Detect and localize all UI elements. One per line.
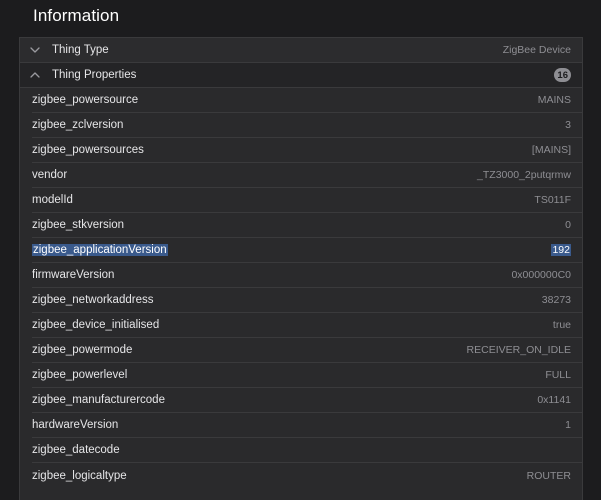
property-value: ROUTER bbox=[526, 469, 571, 482]
property-value: 38273 bbox=[541, 294, 571, 306]
property-row-zigbee-powersources[interactable]: zigbee_powersources [MAINS] bbox=[32, 138, 582, 163]
property-key: zigbee_datecode bbox=[32, 444, 120, 456]
property-key: zigbee_networkaddress bbox=[32, 294, 154, 306]
property-key: zigbee_stkversion bbox=[32, 219, 125, 231]
property-row-zigbee-applicationversion[interactable]: zigbee_applicationVersion 192 bbox=[32, 238, 582, 263]
property-row-zigbee-zclversion[interactable]: zigbee_zclversion 3 bbox=[32, 113, 582, 138]
property-value: 3 bbox=[565, 119, 571, 131]
property-value: MAINS bbox=[537, 94, 571, 106]
thing-type-row[interactable]: Thing Type ZigBee Device bbox=[20, 38, 582, 63]
property-value: 0x1141 bbox=[537, 394, 571, 406]
property-value: TS011F bbox=[534, 194, 571, 206]
property-row-zigbee-powermode[interactable]: zigbee_powermode RECEIVER_ON_IDLE bbox=[32, 338, 582, 363]
property-value: FULL bbox=[545, 369, 571, 381]
property-key: zigbee_device_initialised bbox=[32, 319, 160, 331]
chevron-down-icon[interactable] bbox=[28, 43, 42, 57]
property-key: modelId bbox=[32, 194, 73, 206]
property-row-modelid[interactable]: modelId TS011F bbox=[32, 188, 582, 213]
thing-properties-header[interactable]: Thing Properties 16 bbox=[20, 63, 582, 88]
selected-text: zigbee_applicationVersion bbox=[32, 244, 168, 256]
property-value: true bbox=[552, 319, 571, 331]
properties-count-badge: 16 bbox=[554, 68, 571, 82]
property-row-firmwareversion[interactable]: firmwareVersion 0x000000C0 bbox=[32, 263, 582, 288]
property-row-zigbee-stkversion[interactable]: zigbee_stkversion 0 bbox=[32, 213, 582, 238]
thing-type-label: Thing Type bbox=[52, 44, 109, 56]
property-value: RECEIVER_ON_IDLE bbox=[466, 344, 571, 356]
section-title: Information bbox=[33, 6, 120, 25]
property-row-vendor[interactable]: vendor _TZ3000_2putqrmw bbox=[32, 163, 582, 188]
property-key: zigbee_logicaltype bbox=[32, 469, 127, 482]
property-row-zigbee-networkaddress[interactable]: zigbee_networkaddress 38273 bbox=[32, 288, 582, 313]
property-row-hardwareversion[interactable]: hardwareVersion 1 bbox=[32, 413, 582, 438]
information-page: Information Thing Type ZigBee Device Thi… bbox=[0, 0, 601, 500]
property-row-zigbee-logicaltype[interactable]: zigbee_logicaltype ROUTER bbox=[32, 463, 582, 488]
property-row-zigbee-device-initialised[interactable]: zigbee_device_initialised true bbox=[32, 313, 582, 338]
chevron-up-icon[interactable] bbox=[28, 68, 42, 82]
property-row-zigbee-datecode[interactable]: zigbee_datecode bbox=[32, 438, 582, 463]
information-list: Thing Type ZigBee Device Thing Propertie… bbox=[19, 37, 583, 500]
property-row-zigbee-manufacturercode[interactable]: zigbee_manufacturercode 0x1141 bbox=[32, 388, 582, 413]
property-key: zigbee_powersources bbox=[32, 144, 144, 156]
property-key: firmwareVersion bbox=[32, 269, 115, 281]
property-value: 0 bbox=[565, 219, 571, 231]
property-value: 0x000000C0 bbox=[511, 269, 571, 281]
property-value: [MAINS] bbox=[531, 144, 571, 156]
thing-type-value: ZigBee Device bbox=[502, 44, 571, 56]
property-key: hardwareVersion bbox=[32, 419, 119, 431]
property-value: 1 bbox=[565, 419, 571, 431]
property-value: _TZ3000_2putqrmw bbox=[477, 169, 571, 181]
property-key: zigbee_powerlevel bbox=[32, 369, 128, 381]
property-key: zigbee_powermode bbox=[32, 344, 133, 356]
property-key-selected: zigbee_applicationVersion bbox=[32, 244, 551, 256]
thing-properties-label: Thing Properties bbox=[52, 69, 137, 81]
property-key: zigbee_manufacturercode bbox=[32, 394, 165, 406]
property-row-zigbee-powerlevel[interactable]: zigbee_powerlevel FULL bbox=[32, 363, 582, 388]
property-key: vendor bbox=[32, 169, 68, 181]
property-key: zigbee_zclversion bbox=[32, 119, 124, 131]
property-key: zigbee_powersource bbox=[32, 94, 139, 106]
property-row-zigbee-powersource[interactable]: zigbee_powersource MAINS bbox=[32, 88, 582, 113]
property-value-selected: 192 bbox=[551, 244, 571, 256]
